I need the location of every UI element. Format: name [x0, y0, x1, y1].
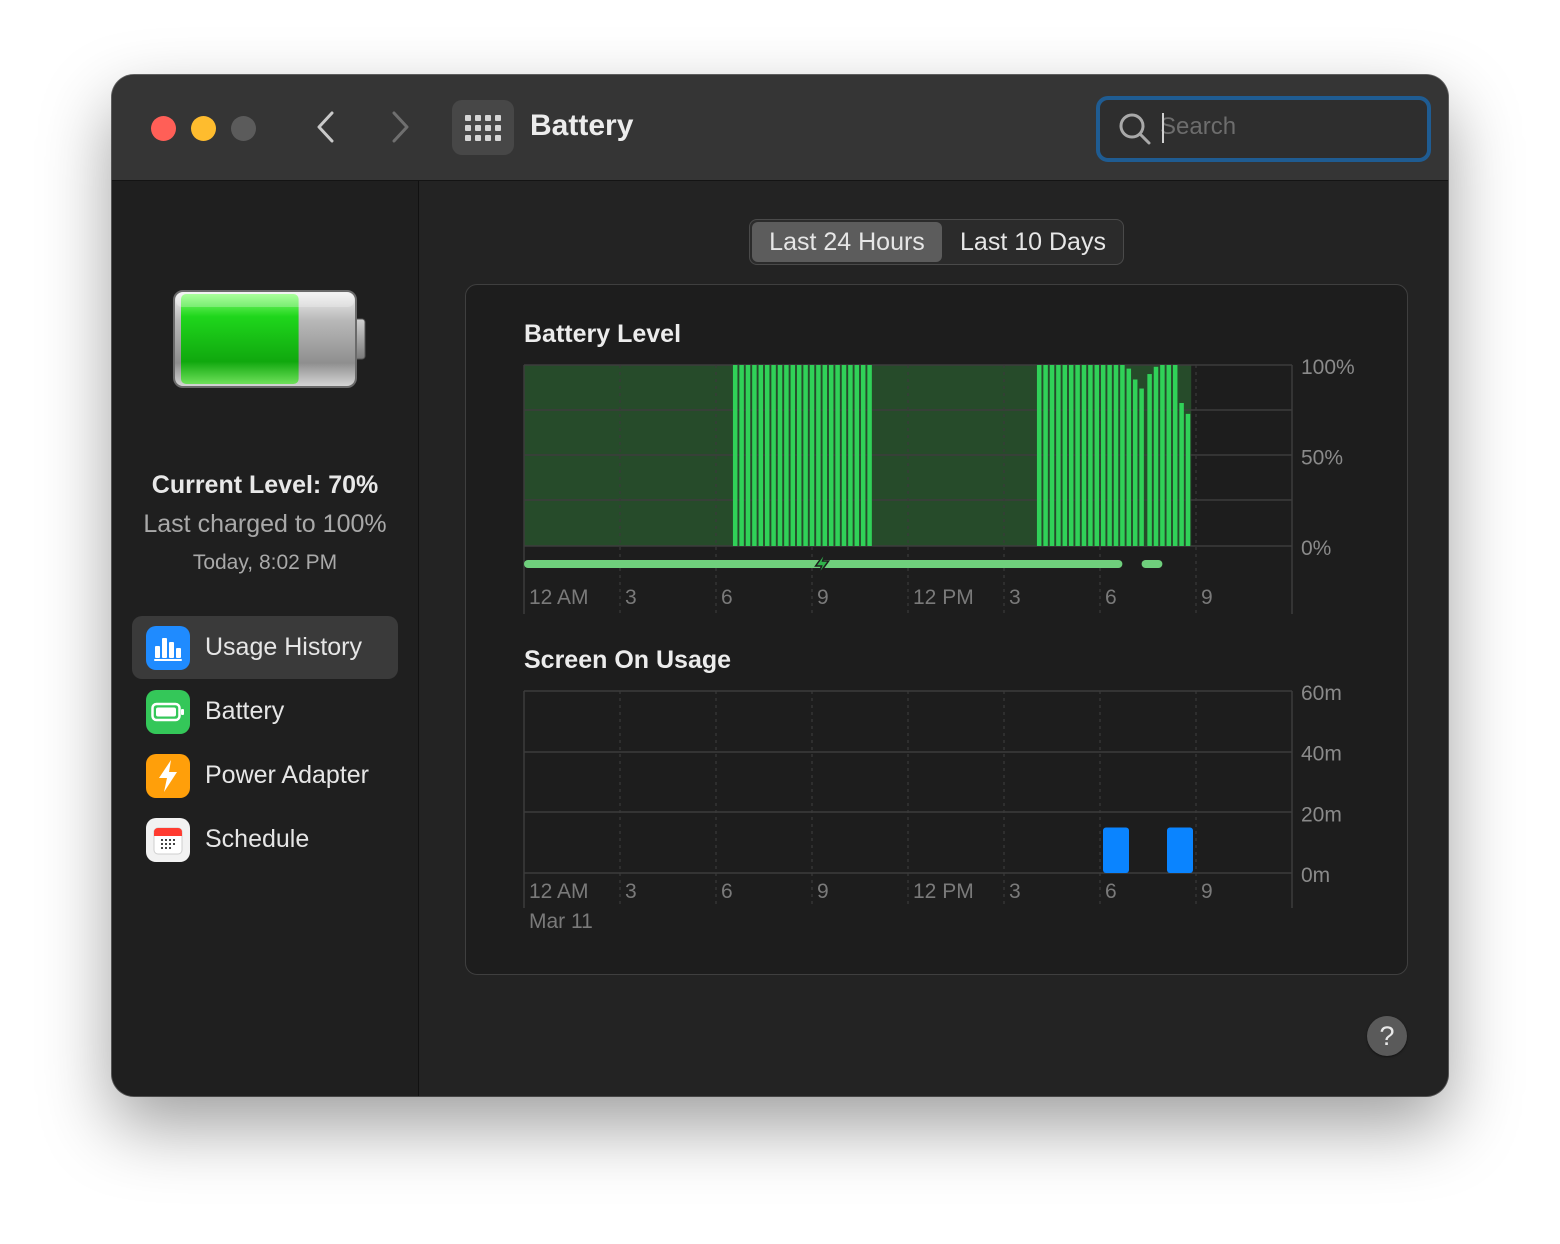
y-tick-label: 20m — [1301, 803, 1342, 826]
screen-on-usage-chart: 60m 40m 20m 0m 12 AM 3 6 9 12 PM 3 6 9 Mar 11 — [523, 682, 1342, 933]
sidebar: Current Level: 70% Last charged to 100% … — [112, 181, 419, 1096]
usage-charts-panel: Battery Level 100% 50% 0% 12 AM 3 6 9 12 PM 3 6 9 … — [465, 284, 1408, 975]
grid-icon — [465, 114, 501, 141]
x-tick-label: 12 PM — [913, 880, 974, 903]
search-input[interactable] — [1160, 106, 1410, 148]
last-charged-label: Last charged to 100% — [143, 510, 387, 538]
usage-history-icon — [146, 625, 190, 670]
power-adapter-icon — [146, 753, 190, 798]
minimize-window-button[interactable] — [191, 116, 216, 141]
title-bar: Battery — [112, 75, 1448, 181]
date-label: Mar 11 — [529, 910, 593, 933]
time-range-segmented-control: Last 24 Hours Last 10 Days — [749, 219, 1124, 265]
sidebar-item-power-adapter[interactable]: Power Adapter — [132, 744, 398, 807]
battery-icon — [146, 689, 190, 734]
x-tick-label: 3 — [1009, 880, 1021, 903]
charged-time-label: Today, 8:02 PM — [192, 551, 338, 574]
sidebar-item-battery[interactable]: Battery — [132, 680, 398, 743]
forward-button[interactable] — [380, 105, 420, 149]
x-tick-label: 6 — [721, 880, 733, 903]
chevron-right-icon — [392, 111, 409, 143]
search-icon — [1119, 113, 1151, 145]
x-tick-label: 9 — [1201, 880, 1213, 903]
sidebar-item-usage-history[interactable]: Usage History — [132, 616, 398, 679]
sidebar-item-label: Schedule — [205, 825, 310, 853]
show-all-preferences-button[interactable] — [452, 100, 514, 155]
help-button[interactable]: ? — [1367, 1016, 1407, 1056]
y-tick-label: 60m — [1301, 682, 1342, 705]
x-tick-label: 3 — [625, 880, 637, 903]
window-title: Battery — [530, 109, 634, 142]
current-level-label: Current Level: 70% — [151, 471, 379, 499]
schedule-icon — [146, 817, 190, 862]
screen-usage-bar — [1103, 827, 1129, 873]
sidebar-item-schedule[interactable]: Schedule — [132, 808, 398, 871]
search-field[interactable] — [1096, 96, 1431, 162]
chevron-left-icon — [317, 111, 334, 143]
tab-last-10-days[interactable]: Last 10 Days — [944, 222, 1122, 262]
battery-preferences-window: Battery Search Current Level: 70% Last c… — [112, 75, 1448, 1096]
zoom-window-button[interactable] — [231, 116, 256, 141]
x-tick-label: 12 AM — [529, 880, 589, 903]
x-tick-label: 9 — [817, 880, 829, 903]
y-tick-label: 40m — [1301, 743, 1342, 766]
screen-usage-bar — [1167, 827, 1193, 873]
main-content: Last 24 Hours Last 10 Days Battery Level… — [419, 181, 1448, 1096]
back-button[interactable] — [306, 105, 346, 149]
sidebar-item-label: Battery — [205, 697, 285, 725]
text-cursor — [1162, 113, 1164, 143]
x-tick-label: 6 — [1105, 880, 1117, 903]
y-tick-label: 0m — [1301, 864, 1330, 887]
tab-last-24-hours[interactable]: Last 24 Hours — [752, 222, 942, 262]
sidebar-item-label: Usage History — [205, 633, 362, 661]
close-window-button[interactable] — [151, 116, 176, 141]
battery-level-icon — [173, 290, 366, 388]
sidebar-item-label: Power Adapter — [205, 761, 369, 789]
